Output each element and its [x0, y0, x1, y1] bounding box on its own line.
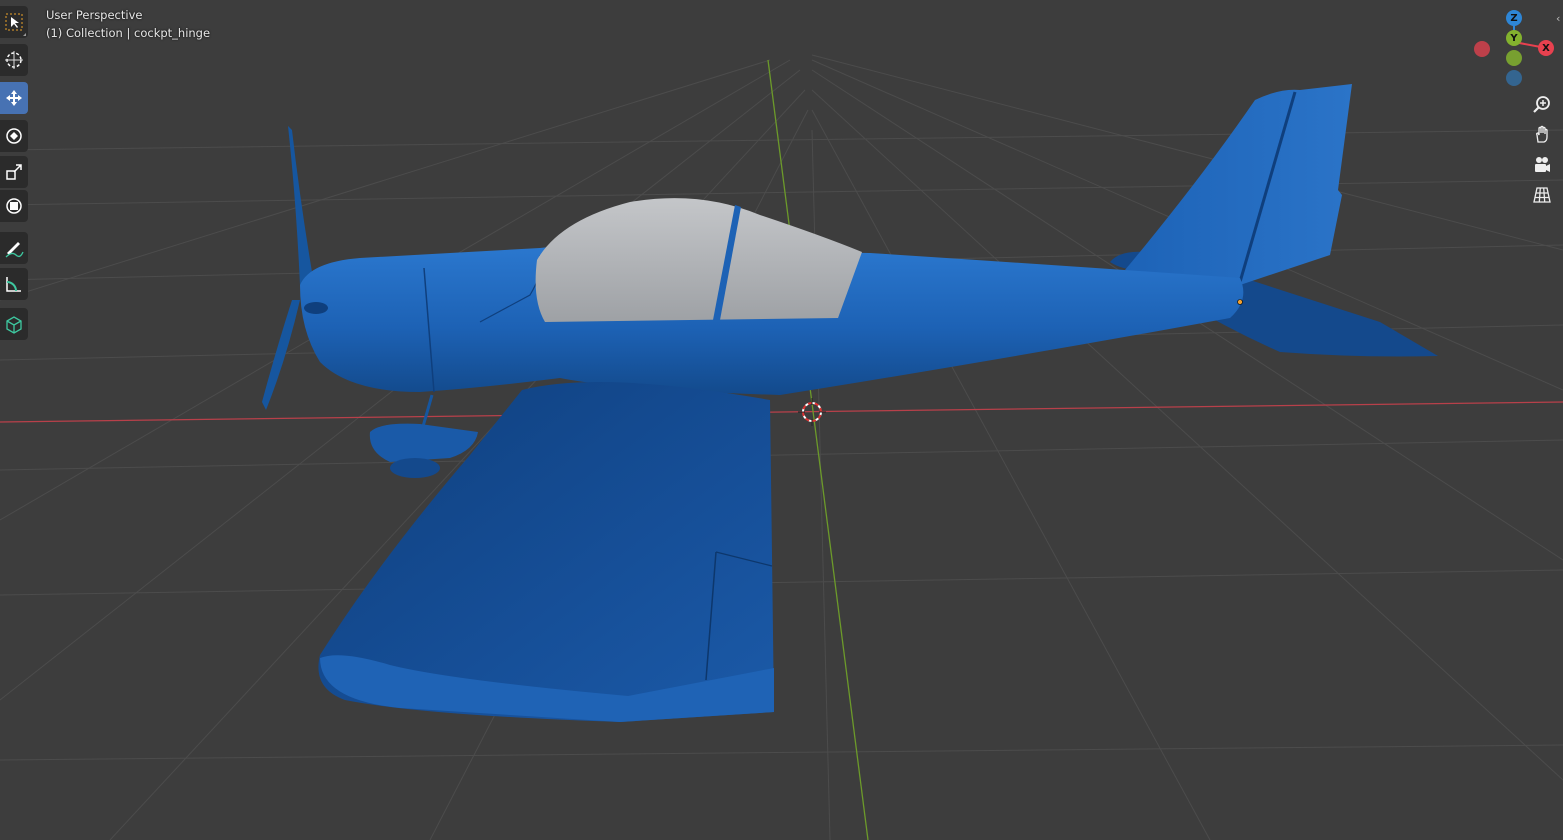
vertical-stabilizer [1125, 84, 1352, 285]
canopy [535, 198, 862, 322]
z-axis-ball[interactable]: Z [1506, 10, 1522, 26]
zoom-button[interactable] [1528, 90, 1556, 118]
add-cube-tool[interactable] [0, 308, 28, 340]
select-box-icon [5, 13, 23, 31]
pan-button[interactable] [1528, 120, 1556, 148]
negative-x-axis-ball[interactable] [1474, 41, 1490, 57]
negative-y-axis-ball[interactable] [1506, 50, 1522, 66]
wheel-fairing [369, 423, 478, 462]
add-cube-icon [6, 316, 22, 334]
hand-icon [1536, 125, 1548, 143]
zoom-icon [1533, 96, 1550, 113]
camera-icon [1535, 157, 1550, 172]
rotate-icon [6, 128, 22, 144]
perspective-toggle-button[interactable] [1528, 181, 1556, 209]
y-axis-line [767, 59, 869, 840]
scale-icon [6, 164, 22, 180]
move-icon [6, 90, 22, 106]
z-axis-label: Z [1510, 12, 1518, 24]
y-axis-label: Y [1510, 32, 1518, 44]
navigation-gizmo[interactable]: Z Y X [1468, 6, 1558, 92]
y-axis-ball[interactable]: Y [1506, 30, 1522, 46]
cursor-icon [5, 51, 23, 69]
propeller [288, 126, 312, 285]
measure-icon [6, 277, 21, 292]
transform-icon [6, 198, 22, 214]
grid-icon [1533, 187, 1551, 203]
negative-z-axis-ball[interactable] [1506, 70, 1522, 86]
scale-tool[interactable] [0, 156, 28, 188]
x-axis-line [0, 401, 1563, 423]
annotate-tool[interactable] [0, 232, 28, 264]
transform-tool[interactable] [0, 190, 28, 222]
3d-viewport[interactable]: User Perspective (1) Collection | cockpt… [0, 0, 1563, 840]
x-axis-ball[interactable]: X [1538, 40, 1554, 56]
camera-view-button[interactable] [1528, 151, 1556, 179]
x-axis-label: X [1542, 42, 1550, 54]
select-box-tool[interactable] [0, 6, 28, 38]
active-collection-label: (1) Collection | cockpt_hinge [46, 26, 211, 40]
object-origin [1237, 299, 1243, 305]
viewport-scene[interactable] [0, 0, 1563, 840]
sidebar-collapse-arrow[interactable]: ‹ [1556, 12, 1560, 25]
measure-tool[interactable] [0, 268, 28, 300]
annotate-icon [5, 242, 24, 258]
rotate-tool[interactable] [0, 120, 28, 152]
view-name: User Perspective [46, 8, 143, 22]
move-tool[interactable] [0, 82, 28, 114]
cursor-tool[interactable] [0, 44, 28, 76]
